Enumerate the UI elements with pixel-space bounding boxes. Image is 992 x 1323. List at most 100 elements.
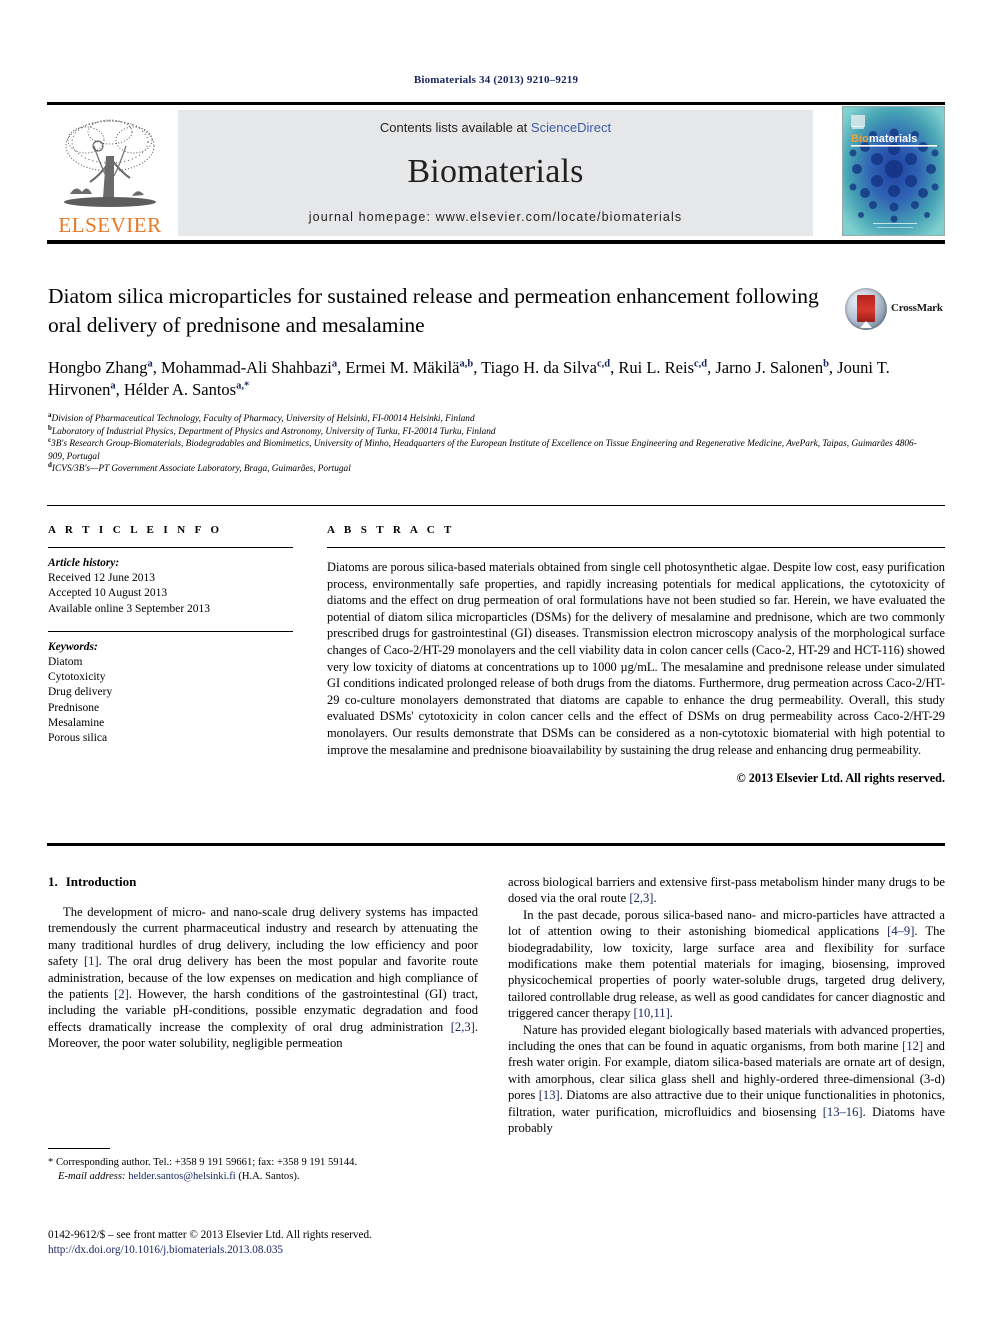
contents-prefix: Contents lists available at bbox=[379, 120, 531, 135]
body-right-paragraphs: across biological barriers and extensive… bbox=[508, 874, 945, 1137]
front-matter: 0142-9612/$ – see front matter © 2013 El… bbox=[48, 1228, 548, 1258]
abstract-column: A B S T R A C T Diatoms are porous silic… bbox=[327, 524, 945, 786]
abstract-text: Diatoms are porous silica-based material… bbox=[327, 560, 945, 757]
author-affiliation-marker: c,d bbox=[596, 358, 611, 370]
body-paragraph: The development of micro- and nano-scale… bbox=[48, 905, 478, 1051]
section-heading-introduction: 1. Introduction bbox=[48, 874, 478, 890]
header-bottom-rule bbox=[47, 240, 945, 244]
body-column-right: across biological barriers and extensive… bbox=[508, 874, 945, 1137]
article-page: Biomaterials 34 (2013) 9210–9219 ELSEVIE… bbox=[0, 0, 992, 1323]
section-title: Introduction bbox=[65, 874, 137, 889]
sciencedirect-link[interactable]: ScienceDirect bbox=[531, 120, 611, 135]
crossmark-label: CrossMark bbox=[891, 302, 943, 314]
body-column-left: 1. Introduction The development of micro-… bbox=[48, 874, 478, 1052]
article-history-item: Available online 3 September 2013 bbox=[48, 602, 211, 615]
author-affiliation-marker: c,d bbox=[694, 358, 708, 370]
author-name: Ermei M. Mäkilä bbox=[345, 358, 460, 377]
affiliation-list: aDivision of Pharmaceutical Technology, … bbox=[48, 411, 928, 476]
citation-reference[interactable]: [2] bbox=[114, 987, 129, 1001]
elsevier-tree-icon bbox=[56, 116, 164, 214]
keyword-item: Cytotoxicity bbox=[48, 671, 106, 684]
article-info-rule bbox=[48, 547, 293, 548]
footnote-star: * bbox=[48, 1157, 54, 1168]
author-affiliation-marker: a bbox=[331, 358, 338, 370]
citation-reference[interactable]: [1] bbox=[84, 954, 99, 968]
affiliation-item: dICVS/3B's—PT Government Associate Labor… bbox=[48, 462, 928, 476]
email-label: E-mail address: bbox=[58, 1171, 126, 1182]
body-paragraph: across biological barriers and extensive… bbox=[508, 875, 945, 906]
article-history-block: Article history: Received 12 June 2013 Ac… bbox=[48, 556, 293, 617]
header-top-rule bbox=[47, 102, 945, 105]
footnote-corresponding: Corresponding author. Tel.: +358 9 191 5… bbox=[55, 1157, 358, 1168]
author-affiliation-marker: a,b bbox=[459, 358, 474, 370]
author-name: Mohammad-Ali Shahbazi bbox=[160, 358, 332, 377]
crossmark-icon bbox=[845, 288, 887, 330]
contents-available-line: Contents lists available at ScienceDirec… bbox=[380, 120, 611, 135]
elsevier-wordmark: ELSEVIER bbox=[58, 213, 162, 237]
abstract-rule bbox=[327, 547, 945, 548]
info-section-top-rule bbox=[47, 505, 945, 506]
front-matter-line: 0142-9612/$ – see front matter © 2013 El… bbox=[48, 1229, 372, 1241]
affiliation-item: bLaboratory of Industrial Physics, Depar… bbox=[48, 424, 928, 439]
article-history-label: Article history: bbox=[48, 557, 120, 569]
svg-text:materials: materials bbox=[869, 133, 917, 145]
author-affiliation-marker: a,* bbox=[236, 380, 250, 392]
affiliation-item: aDivision of Pharmaceutical Technology, … bbox=[48, 411, 928, 426]
citation-reference[interactable]: [13–16] bbox=[823, 1105, 863, 1119]
keyword-item: Mesalamine bbox=[48, 716, 105, 729]
body-paragraph: Nature has provided elegant biologically… bbox=[508, 1022, 945, 1136]
email-suffix: (H.A. Santos). bbox=[238, 1171, 300, 1182]
keywords-items: Diatom Cytotoxicity Drug delivery Prednison… bbox=[48, 656, 112, 744]
doi-link[interactable]: http://dx.doi.org/10.1016/j.biomaterials… bbox=[48, 1243, 548, 1258]
journal-name: Biomaterials bbox=[407, 152, 584, 190]
section-number: 1. bbox=[48, 874, 58, 889]
abstract-copyright: © 2013 Elsevier Ltd. All rights reserved… bbox=[736, 771, 945, 786]
author-name: Jarno J. Salonen bbox=[715, 358, 824, 377]
article-history-item: Accepted 10 August 2013 bbox=[48, 587, 168, 600]
article-info-heading: A R T I C L E I N F O bbox=[48, 524, 223, 536]
citation-reference[interactable]: [12] bbox=[902, 1039, 923, 1053]
crossmark-badge[interactable]: CrossMark bbox=[845, 288, 945, 338]
journal-header-band: ELSEVIER Contents lists available at Sci… bbox=[47, 106, 945, 236]
info-section-bottom-rule bbox=[47, 843, 945, 846]
affiliation-item: c3B's Research Group-Biomaterials, Biode… bbox=[48, 437, 928, 463]
keyword-item: Porous silica bbox=[48, 732, 108, 745]
keyword-item: Drug delivery bbox=[48, 686, 113, 699]
author-name: Rui L. Reis bbox=[618, 358, 694, 377]
author-affiliation-marker: b bbox=[823, 358, 829, 370]
keyword-item: Prednisone bbox=[48, 701, 100, 714]
abstract-heading: A B S T R A C T bbox=[327, 524, 455, 536]
article-history-items: Received 12 June 2013 Accepted 10 August … bbox=[48, 572, 210, 614]
keyword-item: Diatom bbox=[48, 656, 83, 669]
journal-cover-thumbnail: Bio materials bbox=[842, 106, 945, 236]
article-info-column: A R T I C L E I N F O Article history: R… bbox=[48, 524, 293, 746]
body-left-paragraphs: The development of micro- and nano-scale… bbox=[48, 904, 478, 1052]
svg-text:Bio: Bio bbox=[851, 133, 869, 145]
journal-homepage-link[interactable]: journal homepage: www.elsevier.com/locat… bbox=[309, 210, 682, 224]
elsevier-logo: ELSEVIER bbox=[47, 108, 173, 236]
author-affiliation-marker: a bbox=[110, 380, 116, 392]
author-affiliation-marker: a bbox=[147, 358, 153, 370]
affiliation-text: ICVS/3B's—PT Government Associate Labora… bbox=[51, 464, 351, 475]
citation-reference[interactable]: [2,3] bbox=[629, 891, 653, 905]
running-head: Biomaterials 34 (2013) 9210–9219 bbox=[413, 74, 579, 86]
affiliation-text: Division of Pharmaceutical Technology, F… bbox=[51, 414, 475, 424]
keywords-label: Keywords: bbox=[48, 640, 98, 653]
email-link[interactable]: helder.santos@helsinki.fi bbox=[128, 1171, 235, 1182]
footnote-text: * Corresponding author. Tel.: +358 9 191… bbox=[48, 1156, 478, 1184]
footnote-rule bbox=[48, 1148, 110, 1149]
affiliation-text: 3B's Research Group-Biomaterials, Biodeg… bbox=[48, 439, 917, 462]
affiliation-text: Laboratory of Industrial Physics, Depart… bbox=[51, 426, 496, 437]
author-name: Hongbo Zhang bbox=[48, 358, 148, 377]
citation-reference[interactable]: [10,11] bbox=[634, 1006, 670, 1020]
article-history-item: Received 12 June 2013 bbox=[48, 572, 155, 585]
citation-reference[interactable]: [4–9] bbox=[887, 924, 914, 938]
journal-title-box: Contents lists available at ScienceDirec… bbox=[178, 110, 813, 236]
corresponding-author-footnote: * Corresponding author. Tel.: +358 9 191… bbox=[48, 1148, 478, 1184]
citation-reference[interactable]: [13] bbox=[539, 1088, 560, 1102]
keywords-block: Keywords: Diatom Cytotoxicity Drug deliver… bbox=[48, 640, 293, 746]
citation-reference[interactable]: [2,3] bbox=[451, 1020, 475, 1034]
crossmark-book-icon bbox=[857, 295, 875, 328]
author-list: Hongbo Zhanga, Mohammad-Ali Shahbazia, E… bbox=[48, 358, 890, 399]
author-name: Tiago H. da Silva bbox=[481, 358, 597, 377]
